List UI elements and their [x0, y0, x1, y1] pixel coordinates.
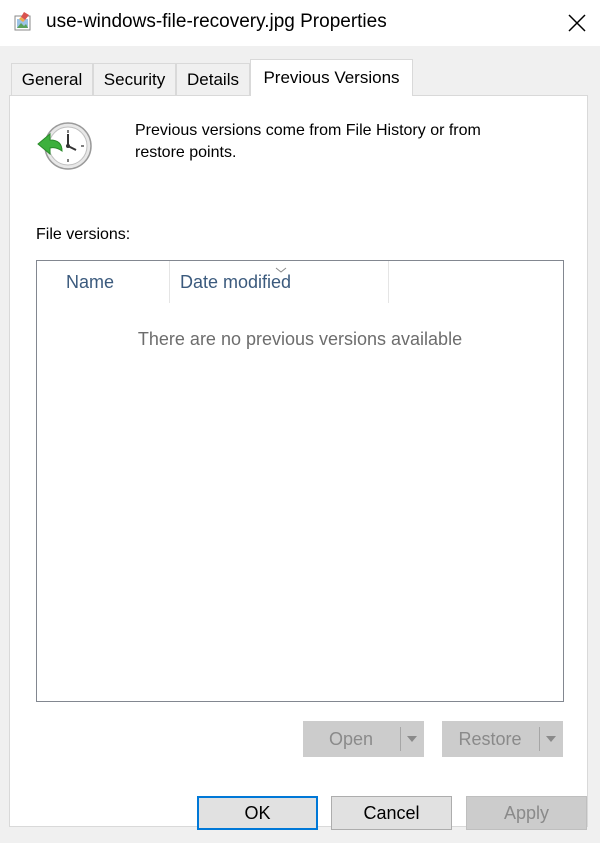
sort-chevron-icon	[275, 261, 287, 279]
image-file-icon	[12, 11, 34, 33]
column-header-name[interactable]: Name	[37, 261, 169, 303]
chevron-down-icon[interactable]	[540, 722, 562, 756]
dialog-body: General Security Details Previous Versio…	[0, 46, 600, 843]
window-title: use-windows-file-recovery.jpg Properties	[46, 11, 387, 32]
tab-general[interactable]: General	[11, 63, 93, 95]
cancel-button[interactable]: Cancel	[331, 796, 452, 830]
file-versions-label: File versions:	[36, 226, 131, 243]
title-bar: use-windows-file-recovery.jpg Properties	[0, 0, 600, 46]
empty-list-message: There are no previous versions available	[137, 329, 463, 349]
open-split-button[interactable]: Open	[303, 721, 424, 757]
apply-button[interactable]: Apply	[466, 796, 587, 830]
info-text: Previous versions come from File History…	[135, 122, 481, 161]
column-separator[interactable]	[388, 261, 389, 303]
ok-button[interactable]: OK	[197, 796, 318, 830]
close-icon	[568, 14, 586, 32]
chevron-down-icon[interactable]	[401, 722, 423, 756]
previous-versions-panel: Previous versions come from File History…	[9, 95, 588, 827]
open-button-label: Open	[328, 728, 374, 749]
restore-clock-icon	[34, 120, 94, 176]
file-versions-list[interactable]: Name Date modified There are no previous…	[36, 260, 564, 702]
tab-previous-versions[interactable]: Previous Versions	[250, 59, 413, 96]
tab-details[interactable]: Details	[176, 63, 250, 95]
restore-split-button[interactable]: Restore	[442, 721, 563, 757]
tab-security[interactable]: Security	[93, 63, 176, 95]
close-button[interactable]	[554, 0, 600, 46]
restore-button-label: Restore	[458, 728, 522, 749]
